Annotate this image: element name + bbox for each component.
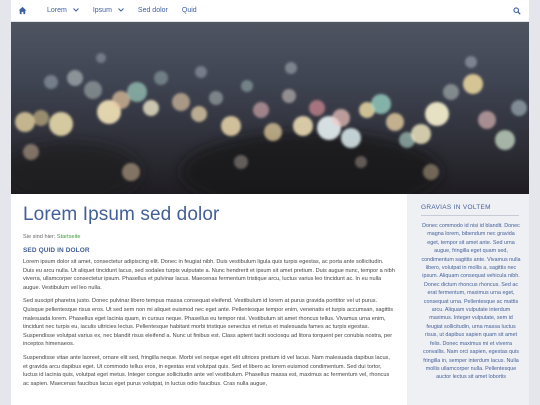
- chevron-down-icon: [72, 7, 79, 14]
- nav-item-lorem[interactable]: Lorem: [47, 7, 79, 14]
- bokeh-light: [122, 163, 140, 181]
- bokeh-light: [478, 111, 496, 129]
- bokeh-light: [195, 66, 207, 78]
- chevron-down-icon: [118, 7, 124, 14]
- bokeh-light: [172, 93, 190, 111]
- bokeh-light: [443, 84, 459, 100]
- bokeh-light: [371, 94, 391, 114]
- bokeh-light: [355, 156, 367, 168]
- body-paragraph: Lorem ipsum dolor sit amet, consectetur …: [23, 259, 395, 291]
- breadcrumb-link-home[interactable]: Startseite: [57, 234, 81, 240]
- bokeh-light: [154, 71, 168, 85]
- bokeh-light: [293, 116, 313, 136]
- bokeh-light: [282, 89, 296, 103]
- bokeh-light: [209, 91, 223, 105]
- bokeh-light: [285, 62, 297, 74]
- bokeh-light: [221, 116, 241, 136]
- bokeh-light: [465, 56, 477, 68]
- bokeh-light: [33, 110, 49, 126]
- nav-item-label: Ipsum: [92, 7, 112, 14]
- breadcrumb: Sie sind hier: Startseite: [23, 234, 395, 240]
- hero-image: [11, 22, 529, 194]
- bokeh-light: [386, 113, 404, 131]
- breadcrumb-prefix: Sie sind hier:: [23, 234, 57, 240]
- bokeh-light: [44, 75, 58, 89]
- bokeh-light: [15, 112, 35, 132]
- body-paragraph: Sed suscipit pharetra justo. Donec pulvi…: [23, 298, 394, 348]
- bokeh-light: [143, 100, 159, 116]
- bokeh-light: [332, 109, 350, 127]
- nav-item-quid[interactable]: Quid: [182, 7, 197, 14]
- bokeh-light: [425, 102, 449, 126]
- nav-item-label: Lorem: [47, 7, 67, 14]
- top-navigation: Lorem Ipsum Sed dolor Quid: [11, 0, 529, 22]
- sidebar-heading: GRAVIAS IN VOLTEM: [421, 204, 491, 211]
- bokeh-light: [511, 100, 527, 116]
- bokeh-light: [463, 74, 483, 94]
- nav-item-label: Sed dolor: [137, 7, 168, 14]
- main-content: Lorem Ipsum sed dolor Sie sind hier: Sta…: [11, 194, 407, 405]
- home-icon[interactable]: [11, 0, 33, 22]
- nav-item-sed-dolor[interactable]: Sed dolor: [138, 7, 168, 14]
- search-icon[interactable]: [511, 5, 523, 17]
- bokeh-light: [495, 130, 515, 150]
- page-title: Lorem Ipsum sed dolor: [23, 204, 220, 225]
- bokeh-light: [23, 144, 39, 160]
- sidebar-text: Donec commodo id nisi id blandit. Donec …: [421, 223, 521, 381]
- bokeh-light: [309, 100, 325, 116]
- nav-item-ipsum[interactable]: Ipsum: [93, 7, 124, 14]
- bokeh-light: [423, 164, 439, 180]
- bokeh-light: [234, 155, 248, 169]
- bokeh-light: [411, 124, 431, 144]
- bokeh-light: [67, 70, 83, 86]
- bokeh-light: [49, 112, 73, 136]
- nav-item-label: Quid: [181, 7, 197, 14]
- bokeh-light: [127, 82, 147, 102]
- bokeh-light: [84, 81, 102, 99]
- sidebar-divider: [421, 215, 519, 216]
- bokeh-light: [96, 53, 106, 63]
- bokeh-light: [341, 128, 361, 148]
- bokeh-light: [191, 106, 207, 122]
- section-heading: SED QUID IN DOLOR: [23, 247, 90, 254]
- bokeh-light: [253, 102, 269, 118]
- body-paragraph: Suspendisse vitae ante laoreet, ornare e…: [23, 354, 390, 387]
- bokeh-light: [241, 80, 253, 92]
- sidebar: GRAVIAS IN VOLTEM Donec commodo id nisi …: [407, 194, 529, 405]
- page: Lorem Ipsum Sed dolor Quid Lorem Ipsum s…: [11, 0, 529, 405]
- bokeh-light: [264, 123, 282, 141]
